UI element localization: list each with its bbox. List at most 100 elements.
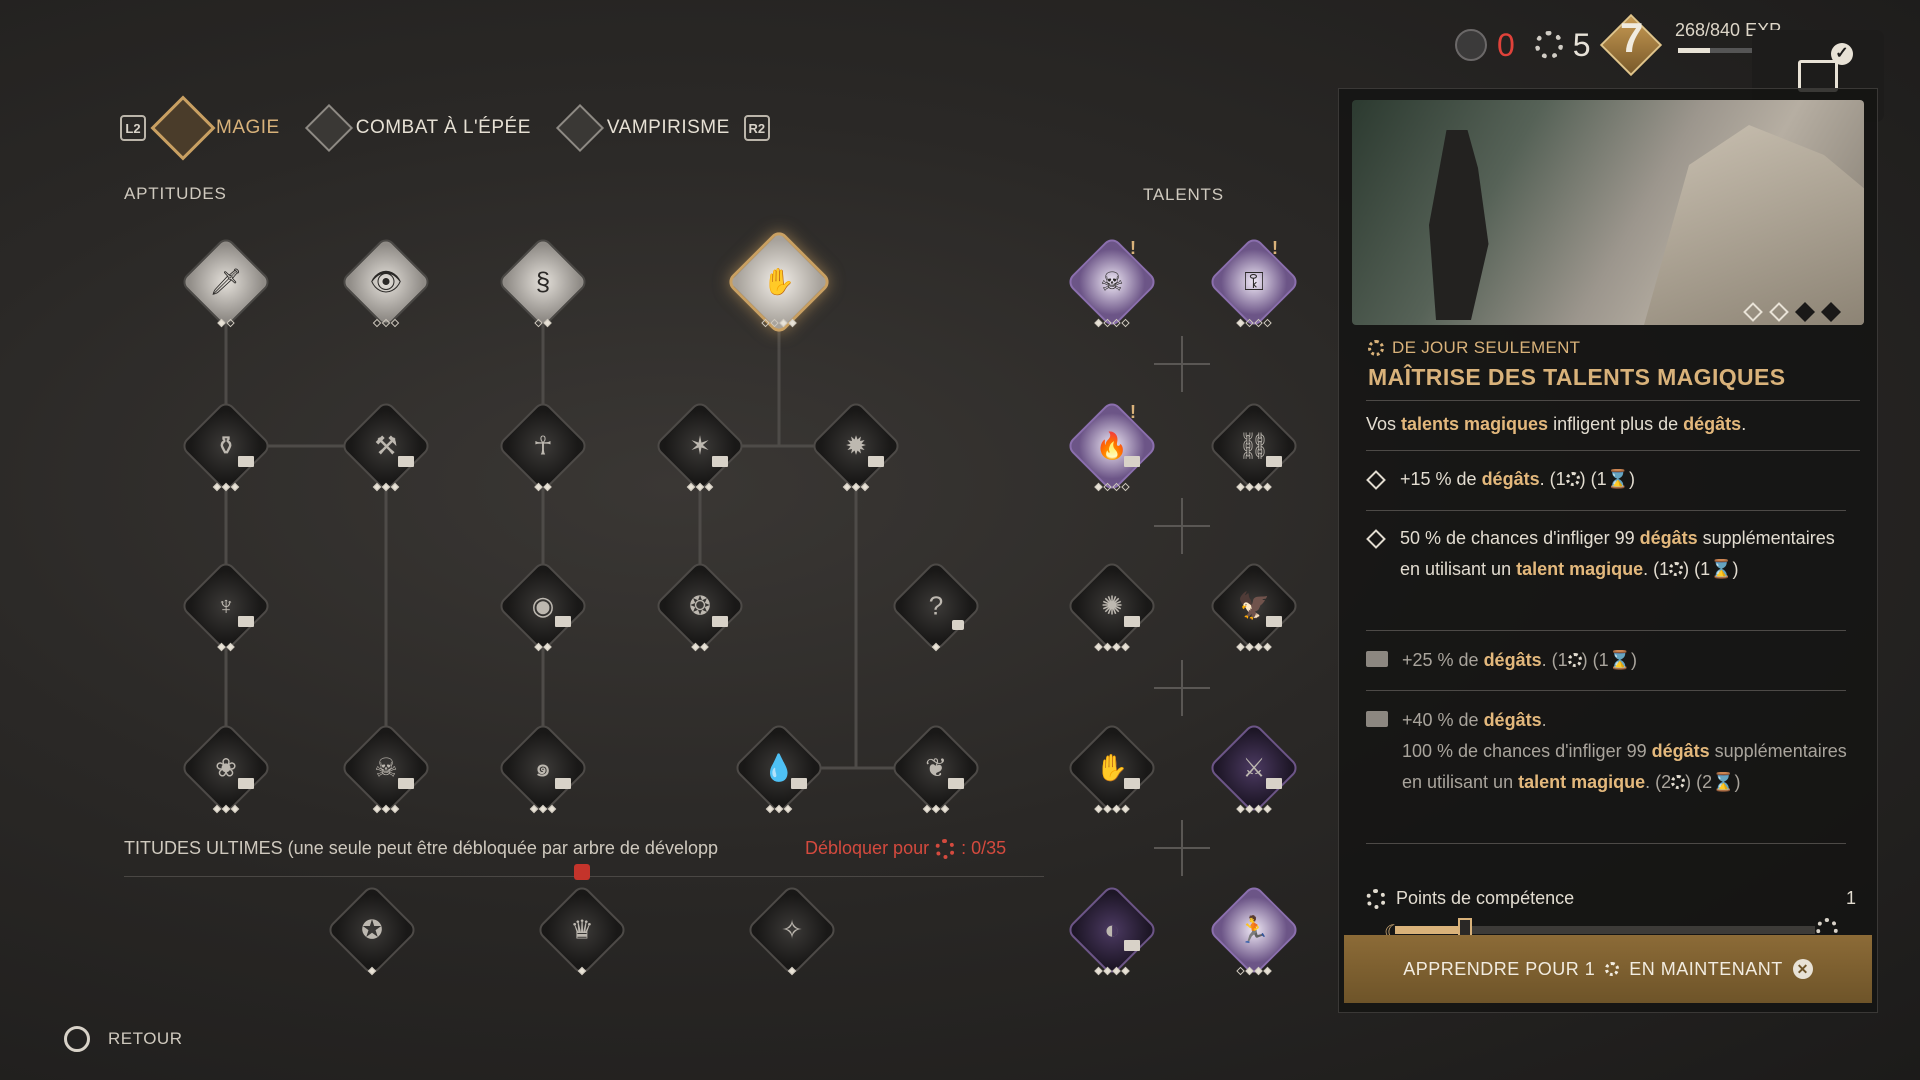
tree-connectors bbox=[224, 282, 936, 770]
blood-drop-icon bbox=[1455, 29, 1487, 61]
book-icon bbox=[1124, 778, 1140, 789]
perk-3: +25 % de dégâts. (1) (1⌛) bbox=[1366, 645, 1856, 676]
rank-pip bbox=[1254, 482, 1263, 492]
ultimate-abilities-heading: TITUDES ULTIMES (une seule peut être déb… bbox=[124, 838, 718, 858]
rank-pip bbox=[1263, 318, 1272, 328]
rank-pip bbox=[1094, 642, 1103, 652]
rank-pips bbox=[1094, 482, 1130, 492]
rank-pip bbox=[700, 642, 709, 652]
rank-pip bbox=[230, 804, 240, 814]
rank-pip bbox=[390, 804, 400, 814]
rank-pip bbox=[765, 804, 775, 814]
rank-pip bbox=[529, 804, 539, 814]
divider bbox=[1366, 843, 1846, 844]
skill-preview-image bbox=[1352, 100, 1864, 325]
perk-text: +40 % de bbox=[1402, 710, 1484, 730]
unlock-cost: : 0/35 bbox=[961, 838, 1007, 858]
alert-icon: ! bbox=[1272, 238, 1278, 258]
book-icon bbox=[1266, 456, 1282, 467]
rank-pips bbox=[761, 318, 797, 328]
ultimate-unlock-requirement: Débloquer pour : 0/35 bbox=[805, 838, 1006, 859]
rank-pip bbox=[217, 642, 226, 652]
rank-pip bbox=[1103, 642, 1112, 652]
rank-pip bbox=[1236, 318, 1245, 328]
rank-pips bbox=[534, 318, 552, 328]
learn-now-button[interactable]: APPRENDRE POUR 1 EN MAINTENANT ✕ bbox=[1344, 935, 1872, 1003]
rank-pip bbox=[1103, 804, 1112, 814]
preview-page-indicators bbox=[1743, 302, 1841, 322]
rank-pip bbox=[1094, 804, 1103, 814]
rank-pip bbox=[230, 482, 240, 492]
rank-pips bbox=[691, 642, 709, 652]
rank-pip bbox=[1121, 482, 1130, 492]
talent-separator-cross bbox=[1154, 498, 1210, 554]
page-indicator bbox=[1795, 302, 1815, 322]
rank-pip bbox=[691, 642, 700, 652]
cross-button-icon: ✕ bbox=[1792, 959, 1813, 979]
competence-label: Points de compétence bbox=[1396, 888, 1575, 908]
rank-pip bbox=[779, 318, 788, 328]
rank-pip bbox=[783, 804, 793, 814]
talent-bird-node[interactable] bbox=[1207, 559, 1301, 653]
talent-chain-node[interactable] bbox=[1207, 399, 1301, 493]
rank-pip bbox=[381, 318, 391, 328]
rank-pip bbox=[851, 482, 861, 492]
desc-text: . bbox=[1741, 414, 1747, 434]
talent-runner-node[interactable] bbox=[1207, 883, 1301, 977]
talent-shield-node[interactable] bbox=[1207, 235, 1301, 329]
rank-pips bbox=[217, 642, 235, 652]
rank-pips bbox=[686, 482, 714, 492]
rank-pips bbox=[1236, 642, 1272, 652]
rank-pip bbox=[1245, 966, 1254, 976]
padlock-icon bbox=[952, 620, 964, 630]
perk-text: +25 % de bbox=[1402, 650, 1484, 670]
rank-pip bbox=[1236, 482, 1245, 492]
book-icon bbox=[1124, 456, 1140, 467]
rank-pips bbox=[577, 966, 587, 976]
rank-pip bbox=[788, 318, 797, 328]
page-indicator bbox=[1769, 302, 1789, 322]
rank-pip bbox=[1103, 318, 1112, 328]
perk-text: . (2 bbox=[1645, 772, 1672, 792]
talent-blade-node[interactable] bbox=[1207, 721, 1301, 815]
hourglass-icon: ⌛ bbox=[1606, 469, 1630, 489]
back-label: RETOUR bbox=[108, 1029, 183, 1048]
rank-pip bbox=[221, 804, 231, 814]
availability-tag: DE JOUR SEULEMENT bbox=[1368, 338, 1580, 358]
rank-pip bbox=[538, 804, 548, 814]
book-icon bbox=[791, 778, 807, 789]
rank-pip bbox=[534, 318, 543, 328]
book-icon bbox=[1366, 651, 1388, 676]
rank-pips bbox=[1236, 482, 1272, 492]
book-icon bbox=[238, 616, 254, 627]
rank-pips bbox=[534, 642, 552, 652]
rank-pip bbox=[1112, 482, 1121, 492]
rank-pip bbox=[1236, 804, 1245, 814]
competence-points-row: Points de compétence 1 bbox=[1366, 888, 1856, 909]
rank-pips bbox=[1094, 318, 1130, 328]
perk-text: ) (1 bbox=[1581, 650, 1609, 670]
rank-pip bbox=[212, 482, 222, 492]
rank-pips bbox=[372, 482, 400, 492]
rank-pip bbox=[1245, 318, 1254, 328]
rank-pip bbox=[543, 318, 552, 328]
rank-pip bbox=[367, 966, 377, 976]
perk-text: . (1 bbox=[1539, 469, 1566, 489]
book-icon bbox=[238, 778, 254, 789]
rank-pips bbox=[1094, 642, 1130, 652]
rank-pip bbox=[543, 482, 552, 492]
rank-pip bbox=[1121, 642, 1130, 652]
rank-pip bbox=[534, 642, 543, 652]
rank-pip bbox=[1121, 804, 1130, 814]
padlock-icon bbox=[574, 864, 590, 880]
back-button[interactable]: RETOUR bbox=[64, 1026, 182, 1052]
rank-pip bbox=[543, 642, 552, 652]
blood-points-count: 0 bbox=[1497, 26, 1515, 63]
rank-pip bbox=[922, 804, 932, 814]
rank-pip bbox=[226, 318, 235, 328]
rank-pip bbox=[1236, 642, 1245, 652]
desc-text: Vos bbox=[1366, 414, 1402, 434]
talent-separator-cross bbox=[1154, 660, 1210, 716]
rank-pip bbox=[534, 482, 543, 492]
rank-pip bbox=[1263, 804, 1272, 814]
